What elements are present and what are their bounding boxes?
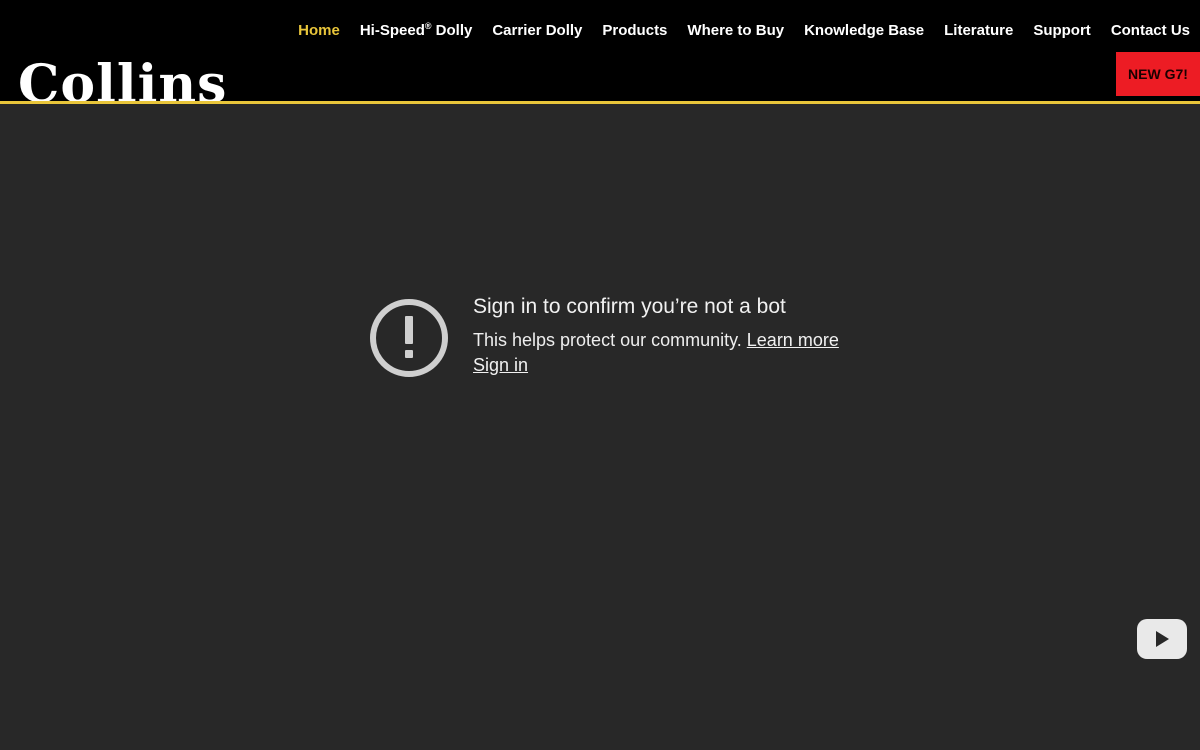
message-body: This helps protect our community. Learn … — [473, 329, 839, 351]
nav-item-dolly-suffix: Dolly — [431, 22, 473, 39]
nav-item-carrier-dolly[interactable]: Carrier Dolly — [492, 22, 582, 39]
new-g7-button[interactable]: NEW G7! — [1116, 52, 1200, 96]
nav-item-contact-us[interactable]: Contact Us — [1111, 22, 1190, 39]
play-triangle-icon — [1156, 631, 1169, 647]
learn-more-link[interactable]: Learn more — [747, 330, 839, 350]
video-player — [0, 104, 1200, 750]
message-body-text: This helps protect our community. — [473, 330, 747, 350]
nav-item-hi-speed-dolly[interactable]: Hi-Speed® Dolly — [360, 21, 473, 39]
nav-item-support[interactable]: Support — [1033, 22, 1091, 39]
bot-check-message: Sign in to confirm you’re not a bot This… — [473, 294, 839, 376]
youtube-play-icon[interactable] — [1137, 619, 1187, 659]
exclamation-circle-icon — [370, 299, 448, 377]
collins-logo[interactable]: Collins — [18, 52, 227, 101]
sign-in-link[interactable]: Sign in — [473, 354, 528, 376]
nav-item-products[interactable]: Products — [602, 22, 667, 39]
registered-mark: ® — [424, 21, 432, 31]
message-title: Sign in to confirm you’re not a bot — [473, 295, 786, 318]
nav-item-literature[interactable]: Literature — [944, 22, 1013, 39]
site-header: Collins Home Hi-Speed® Dolly Carrier Dol… — [0, 0, 1200, 104]
nav-item-home[interactable]: Home — [298, 22, 340, 39]
nav-item-knowledge-base[interactable]: Knowledge Base — [804, 22, 924, 39]
main-nav: Home Hi-Speed® Dolly Carrier Dolly Produ… — [278, 20, 1190, 40]
nav-item-hi-speed-label: Hi-Speed — [359, 22, 425, 39]
nav-item-where-to-buy[interactable]: Where to Buy — [687, 22, 784, 39]
